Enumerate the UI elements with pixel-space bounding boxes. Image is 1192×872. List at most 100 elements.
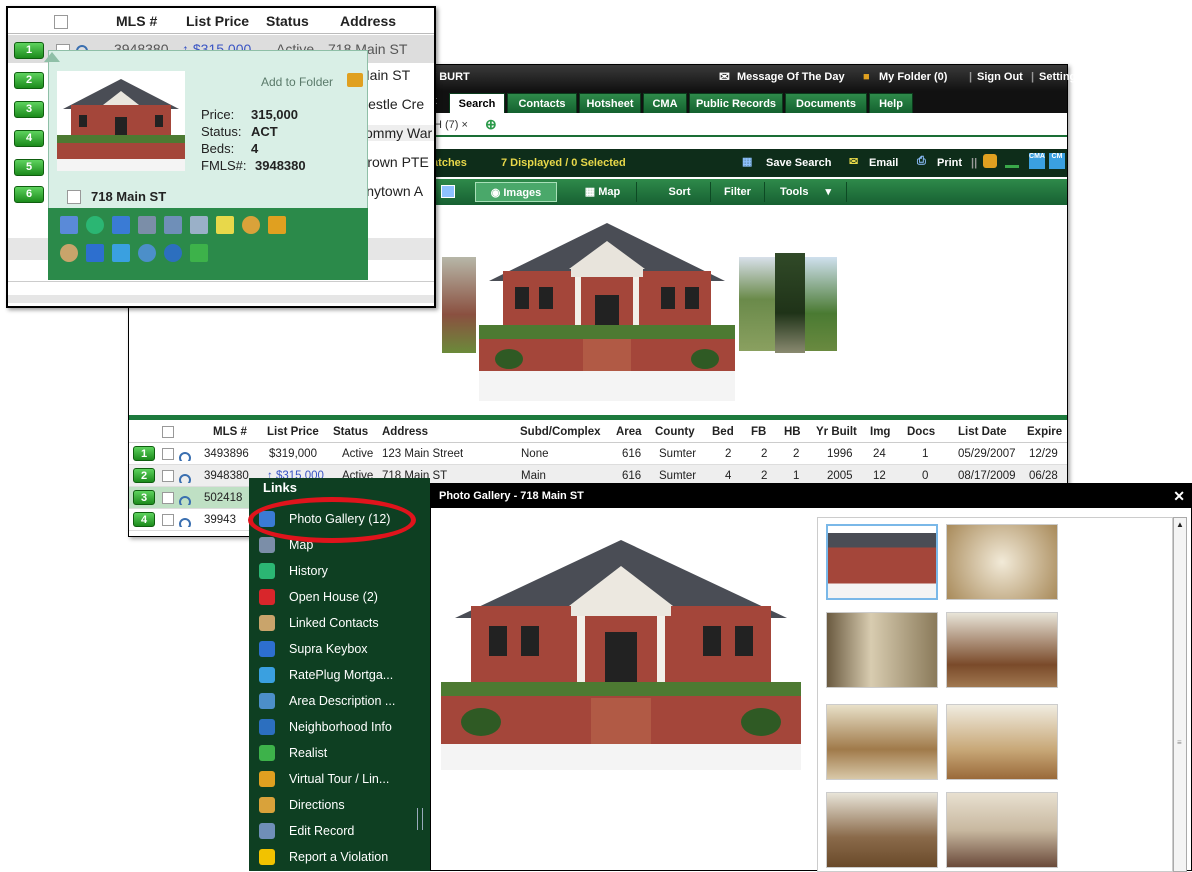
row-number-badge[interactable]: 6 — [14, 186, 44, 203]
col-area[interactable]: Area — [616, 421, 642, 443]
link-realist[interactable]: Realist — [249, 740, 430, 766]
map-button[interactable]: ▦ Map — [569, 182, 637, 202]
email-icon[interactable] — [216, 216, 234, 234]
thumbnail-scrollbar[interactable]: ▲ ≡ — [1173, 517, 1187, 872]
col-expire[interactable]: Expire — [1027, 421, 1062, 443]
col-yr-built[interactable]: Yr Built — [816, 421, 857, 443]
thumbnail-exterior[interactable] — [826, 524, 938, 600]
tab-contacts[interactable]: Contacts — [507, 93, 577, 113]
settings-link[interactable]: Settings — [1039, 71, 1082, 83]
link-open-house[interactable]: Open House (2) — [249, 584, 430, 610]
folder-icon[interactable] — [347, 73, 363, 87]
magnifier-icon[interactable] — [179, 491, 191, 505]
thumbnail-bedroom[interactable] — [946, 792, 1058, 868]
cma-icon-2[interactable]: CM — [1049, 153, 1065, 169]
realist-icon[interactable] — [190, 244, 208, 262]
link-history[interactable]: History — [249, 558, 430, 584]
scroll-grip-icon[interactable]: ≡ — [1177, 738, 1182, 747]
col-list-date[interactable]: List Date — [958, 421, 1007, 443]
carousel-photo-next-1[interactable] — [739, 257, 775, 351]
col-fb[interactable]: FB — [751, 421, 766, 443]
email-button[interactable]: Email — [869, 157, 898, 169]
list-view-icon[interactable] — [441, 185, 455, 198]
contacts-icon[interactable] — [60, 244, 78, 262]
link-warning[interactable]: Report a Violation — [249, 844, 430, 870]
save-search-button[interactable]: Save Search — [766, 157, 831, 169]
add-to-folder-link[interactable]: Add to Folder — [261, 75, 333, 89]
carousel-photo-main[interactable] — [479, 211, 735, 401]
carousel-photo-next-2[interactable] — [775, 253, 805, 353]
magnifier-icon[interactable] — [179, 513, 191, 527]
select-all-checkbox[interactable] — [162, 421, 178, 443]
link-rateplug[interactable]: RatePlug Mortga... — [249, 662, 430, 688]
row-number-badge[interactable]: 1 — [14, 42, 44, 59]
col-hb[interactable]: HB — [784, 421, 801, 443]
close-subtab-icon[interactable]: × — [462, 119, 468, 131]
tab-help[interactable]: Help — [869, 93, 913, 113]
link-edit[interactable]: Edit Record — [249, 818, 430, 844]
history-icon[interactable] — [86, 216, 104, 234]
splitter-handle[interactable] — [129, 415, 1067, 420]
directions-tool-icon[interactable] — [983, 154, 997, 168]
row-number-badge[interactable]: 2 — [14, 72, 44, 89]
table-row[interactable]: 1 3493896 $319,000 Active 123 Main Stree… — [129, 443, 1067, 465]
link-keybox[interactable]: Supra Keybox — [249, 636, 430, 662]
col-mls[interactable]: MLS # — [116, 13, 157, 29]
print-icon[interactable] — [190, 216, 208, 234]
row-number-badge[interactable]: 4 — [14, 130, 44, 147]
row-checkbox[interactable] — [162, 465, 174, 487]
menu-resize-handle[interactable] — [417, 808, 423, 830]
link-contacts[interactable]: Linked Contacts — [249, 610, 430, 636]
tab-search[interactable]: Search — [449, 93, 505, 113]
cma-icon[interactable]: CMA — [1029, 153, 1045, 169]
link-directions[interactable]: Directions — [249, 792, 430, 818]
thumbnail-foyer[interactable] — [946, 524, 1058, 600]
directions-icon[interactable] — [242, 216, 260, 234]
row-number-badge[interactable]: 3 — [14, 101, 44, 118]
stats-icon[interactable] — [1005, 154, 1019, 168]
magnifier-icon[interactable] — [179, 469, 191, 483]
col-address[interactable]: Address — [382, 421, 428, 443]
thumbnail-living-room[interactable] — [826, 612, 938, 688]
rateplug-icon[interactable] — [112, 244, 130, 262]
close-icon[interactable]: ✕ — [1173, 484, 1185, 508]
row-checkbox[interactable] — [162, 443, 174, 465]
card-checkbox[interactable] — [67, 189, 81, 204]
row-checkbox[interactable] — [162, 509, 174, 531]
link-info[interactable]: Neighborhood Info — [249, 714, 430, 740]
col-bed[interactable]: Bed — [712, 421, 734, 443]
sort-button[interactable]: Sort — [649, 182, 711, 202]
thumbnail-kitchen[interactable] — [826, 704, 938, 780]
thumbnail-dining-room[interactable] — [946, 612, 1058, 688]
edit-icon[interactable] — [164, 216, 182, 234]
col-list-price[interactable]: List Price — [186, 13, 249, 29]
carousel-photo-next-3[interactable] — [805, 257, 837, 351]
col-status[interactable]: Status — [266, 13, 309, 29]
carousel-photo-prev[interactable] — [442, 257, 476, 353]
row-number-badge[interactable]: 4 — [133, 512, 155, 527]
select-all-checkbox[interactable] — [54, 13, 68, 30]
tab-documents[interactable]: Documents — [785, 93, 867, 113]
map-icon[interactable] — [138, 216, 156, 234]
add-tab-icon[interactable]: ⊕ — [485, 116, 497, 133]
col-mls[interactable]: MLS # — [213, 421, 247, 443]
virtual-tour-icon[interactable] — [268, 216, 286, 234]
row-checkbox[interactable] — [162, 487, 174, 509]
magnifier-icon[interactable] — [179, 447, 191, 461]
row-number-badge[interactable]: 5 — [14, 159, 44, 176]
col-img[interactable]: Img — [870, 421, 890, 443]
tools-button[interactable]: Tools ▾ — [765, 182, 847, 202]
row-number-badge[interactable]: 3 — [133, 490, 155, 505]
col-docs[interactable]: Docs — [907, 421, 935, 443]
col-address[interactable]: Address — [340, 13, 396, 29]
images-button[interactable]: ◉ Images — [475, 182, 557, 202]
row-number-badge[interactable]: 1 — [133, 446, 155, 461]
tab-hotsheet[interactable]: Hotsheet — [579, 93, 641, 113]
link-area[interactable]: Area Description ... — [249, 688, 430, 714]
tab-public-records[interactable]: Public Records — [689, 93, 783, 113]
row-number-badge[interactable]: 2 — [133, 468, 155, 483]
col-status[interactable]: Status — [333, 421, 368, 443]
link-virtual-tour[interactable]: Virtual Tour / Lin... — [249, 766, 430, 792]
info-icon[interactable] — [164, 244, 182, 262]
gallery-main-photo[interactable] — [441, 522, 801, 770]
